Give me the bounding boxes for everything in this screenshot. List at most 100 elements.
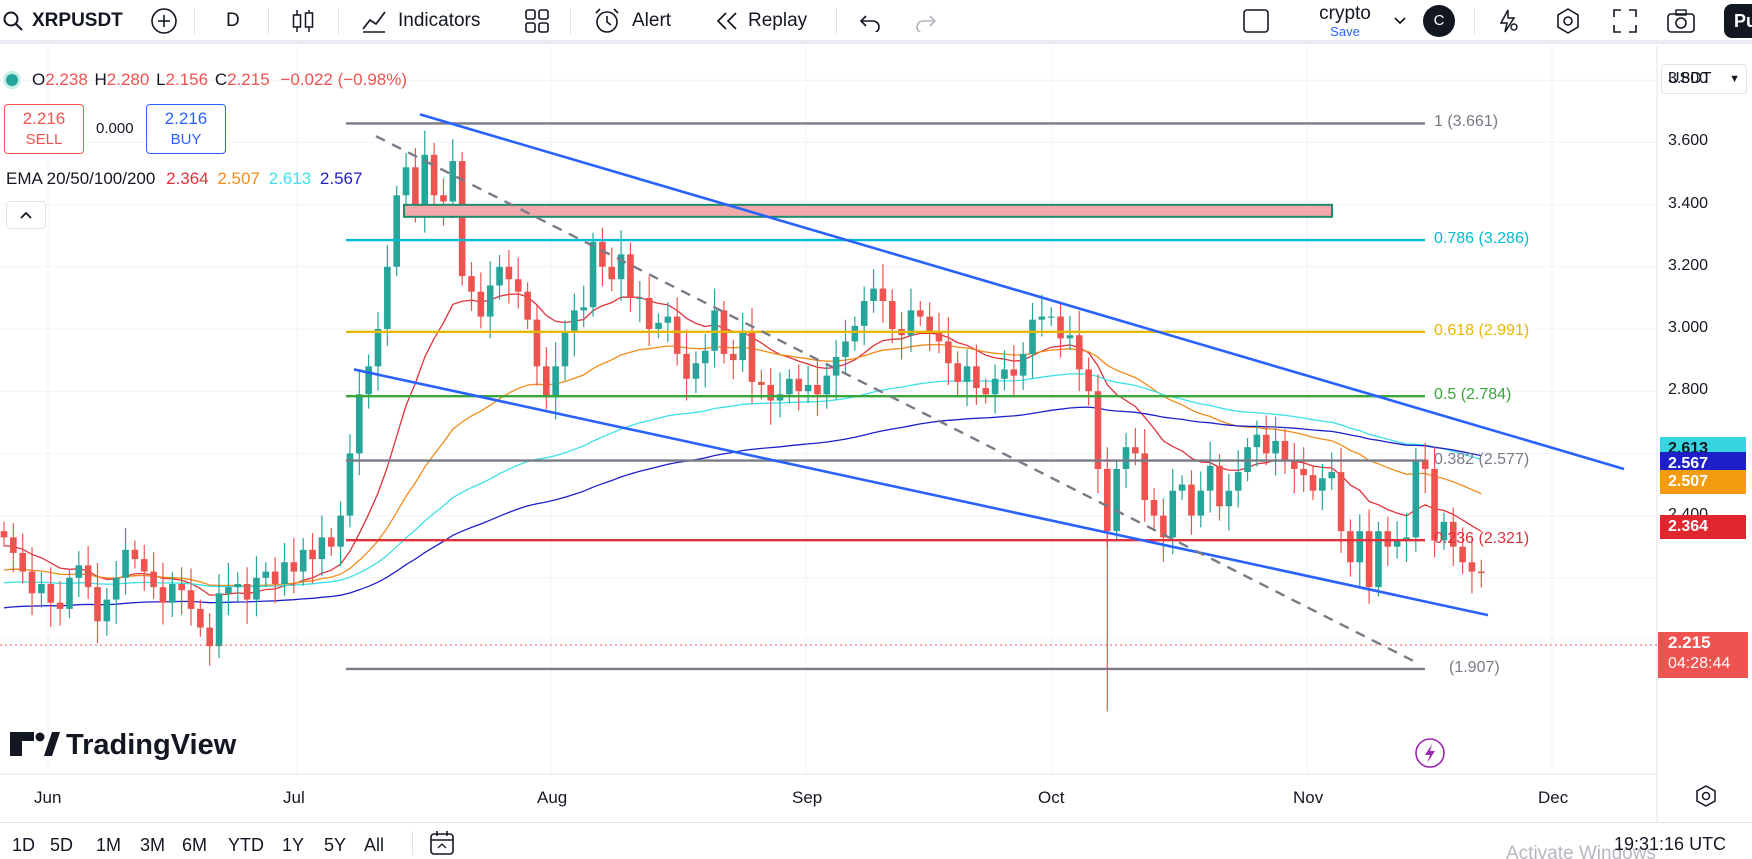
candle-down xyxy=(1384,531,1392,547)
interval-button[interactable]: D xyxy=(226,0,240,42)
fib-level-label: 0.618 (2.991) xyxy=(1434,321,1530,339)
toolbar-divider xyxy=(836,8,837,34)
chart-grid xyxy=(0,46,1657,774)
candle-up xyxy=(842,341,849,357)
bottom-toolbar: 1D 5D 1M 3M 6M YTD 1Y 5Y All Activate Windows 19… xyxy=(0,822,1752,859)
range-button-all[interactable]: All xyxy=(364,835,384,856)
candle-down xyxy=(1094,391,1102,469)
publish-button[interactable]: Pu xyxy=(1724,4,1752,38)
avatar[interactable]: C xyxy=(1423,5,1455,37)
range-button-3m[interactable]: 3M xyxy=(140,835,165,856)
sell-button[interactable]: 2.216 SELL xyxy=(4,104,84,154)
range-button-1m[interactable]: 1M xyxy=(96,835,121,856)
range-button-1d[interactable]: 1D xyxy=(12,835,35,856)
range-button-5y[interactable]: 5Y xyxy=(324,835,346,856)
candle-down xyxy=(1075,335,1083,370)
range-button-6m[interactable]: 6M xyxy=(182,835,207,856)
indicators-button[interactable]: Indicators xyxy=(360,0,480,42)
square-layout-icon xyxy=(1243,9,1269,33)
candle-up xyxy=(374,329,382,367)
candle-up xyxy=(38,584,45,594)
candle-up xyxy=(486,285,494,317)
candle-up xyxy=(739,332,746,361)
candle-down xyxy=(814,384,821,395)
close-value: 2.215 xyxy=(227,70,270,89)
candle-up xyxy=(356,394,363,454)
candle-up xyxy=(580,307,587,311)
chart-type-button[interactable] xyxy=(290,0,316,42)
range-button-5d[interactable]: 5D xyxy=(50,835,73,856)
candle-down xyxy=(290,562,298,572)
candle-down xyxy=(524,291,531,320)
ema-legend[interactable]: EMA 20/50/100/200 2.364 2.507 2.613 2.56… xyxy=(6,169,362,189)
snapshot-button[interactable] xyxy=(1666,0,1696,42)
candle-up xyxy=(112,577,120,600)
utc-clock[interactable]: 19:31:16 UTC xyxy=(1614,834,1726,855)
buy-price: 2.216 xyxy=(164,109,208,128)
go-to-date-button[interactable] xyxy=(428,829,456,859)
resistance-zone[interactable] xyxy=(403,203,1333,218)
undo-button[interactable] xyxy=(858,0,882,42)
candle-down xyxy=(505,266,513,280)
candle-down xyxy=(543,366,550,398)
redo-button[interactable] xyxy=(914,0,938,42)
collapse-legend-button[interactable] xyxy=(6,201,46,229)
range-button-ytd[interactable]: YTD xyxy=(228,835,264,856)
fullscreen-button[interactable] xyxy=(1612,0,1638,42)
candle-up xyxy=(346,453,354,516)
candle-down xyxy=(982,388,990,395)
settings-button[interactable] xyxy=(1554,0,1582,42)
candle-up xyxy=(225,587,232,594)
candle-up xyxy=(122,549,129,578)
indicators-label: Indicators xyxy=(398,10,481,31)
candle-down xyxy=(206,627,213,647)
candle-up xyxy=(1253,434,1261,448)
tradingview-logo-icon xyxy=(10,732,60,756)
candle-down xyxy=(309,549,316,560)
change-value: −0.022 (−0.98%) xyxy=(280,70,408,89)
candle-down xyxy=(888,301,896,329)
layout-menu-button[interactable] xyxy=(1392,0,1408,42)
save-label: Save xyxy=(1330,24,1360,39)
candle-up xyxy=(1047,316,1055,318)
candle-down xyxy=(10,537,17,553)
candle-down xyxy=(608,266,616,280)
upper-channel-line[interactable] xyxy=(419,113,1625,471)
candle-down xyxy=(1468,562,1476,572)
price-tick-label: 3.200 xyxy=(1668,256,1709,274)
candle-down xyxy=(683,353,690,379)
bar-countdown: 04:28:44 xyxy=(1668,655,1731,672)
candle-down xyxy=(879,288,887,302)
chart-settings-button[interactable] xyxy=(1694,784,1718,813)
compare-symbol-button[interactable] xyxy=(150,0,178,42)
lightning-marker-icon[interactable] xyxy=(1415,738,1445,768)
replay-button[interactable]: Replay xyxy=(714,0,807,42)
spread-value: 0.000 xyxy=(96,120,134,137)
candle-up xyxy=(1001,369,1008,379)
candle-up xyxy=(636,297,644,300)
interval-label: D xyxy=(226,10,240,31)
candle-down xyxy=(935,332,943,342)
price-chart[interactable]: TradingView xyxy=(0,46,1752,822)
buy-button[interactable]: 2.216 BUY xyxy=(146,104,226,154)
candle-up xyxy=(1328,472,1335,479)
candle-down xyxy=(430,154,438,196)
time-axis-label: Sep xyxy=(792,788,823,807)
ohlc-legend: O2.238 H2.280 L2.156 C2.215 −0.022 (−0.9… xyxy=(6,70,407,90)
alert-button[interactable]: Alert xyxy=(592,0,671,42)
range-button-1y[interactable]: 1Y xyxy=(282,835,304,856)
close-label: C xyxy=(214,70,228,89)
toolbar-divider xyxy=(1474,8,1475,34)
candle-up xyxy=(384,266,391,329)
gear-icon xyxy=(1696,785,1716,807)
layout-select-button[interactable] xyxy=(1242,0,1270,42)
candle-down xyxy=(94,587,101,622)
templates-button[interactable] xyxy=(524,0,550,42)
candle-down xyxy=(19,552,26,572)
symbol-search[interactable]: XRPUSDT xyxy=(2,0,123,42)
layout-name-block[interactable]: crypto Save xyxy=(1300,3,1390,39)
replay-label: Replay xyxy=(748,10,808,31)
quick-search-button[interactable] xyxy=(1494,0,1522,42)
candle-up xyxy=(262,571,270,578)
candle-down xyxy=(131,549,139,560)
